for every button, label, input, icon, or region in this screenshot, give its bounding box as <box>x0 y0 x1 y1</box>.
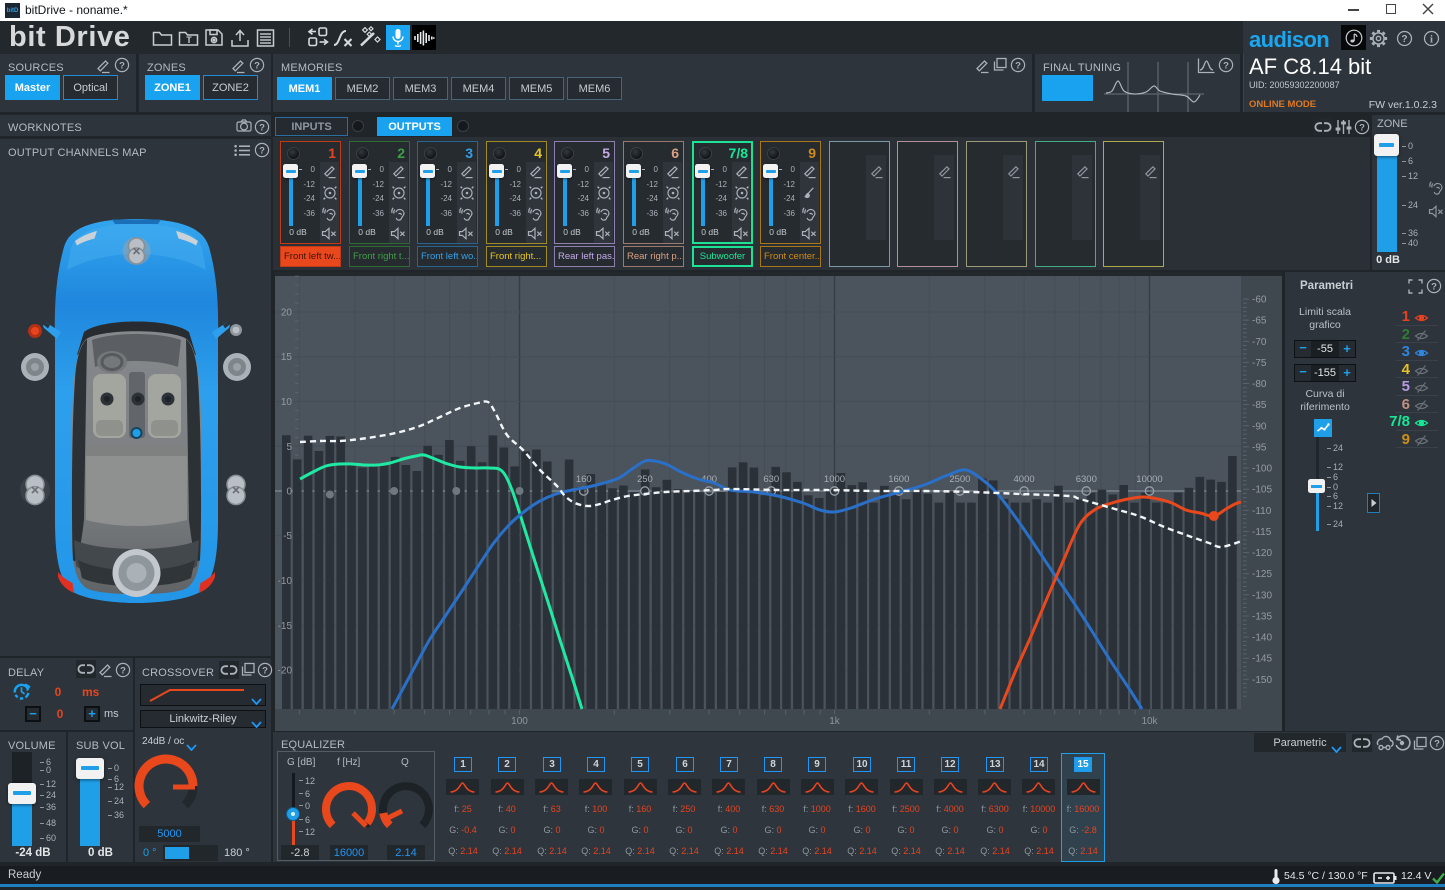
svg-text:-15: -15 <box>278 621 293 632</box>
svg-text:-70: -70 <box>1252 337 1267 348</box>
svg-text:?: ? <box>120 665 126 676</box>
svg-text:?: ? <box>1401 34 1407 45</box>
svg-text:2500: 2500 <box>949 474 970 485</box>
svg-text:-80: -80 <box>1252 379 1267 390</box>
svg-text:6300: 6300 <box>1076 474 1097 485</box>
svg-text:1000: 1000 <box>824 474 845 485</box>
svg-text:10: 10 <box>281 397 293 408</box>
svg-text:-140: -140 <box>1252 633 1272 644</box>
svg-text:-5: -5 <box>283 531 292 542</box>
svg-text:10000: 10000 <box>1136 474 1162 485</box>
svg-text:?: ? <box>1431 281 1437 292</box>
svg-text:-75: -75 <box>1252 358 1267 369</box>
svg-text:-65: -65 <box>1252 316 1267 327</box>
svg-text:10k: 10k <box>1141 716 1158 727</box>
svg-text:?: ? <box>254 60 260 71</box>
svg-text:-130: -130 <box>1252 590 1272 601</box>
svg-text:20: 20 <box>281 308 293 319</box>
svg-text:-60: -60 <box>1252 295 1267 306</box>
svg-text:-110: -110 <box>1252 506 1272 517</box>
svg-text:?: ? <box>119 60 125 71</box>
svg-text:-100: -100 <box>1252 464 1272 475</box>
svg-text:?: ? <box>1223 60 1229 71</box>
svg-text:?: ? <box>262 665 268 676</box>
svg-text:630: 630 <box>763 474 779 485</box>
svg-text:-105: -105 <box>1252 485 1272 496</box>
svg-text:-20: -20 <box>278 666 293 677</box>
svg-text:4000: 4000 <box>1014 474 1035 485</box>
svg-text:1k: 1k <box>829 716 841 727</box>
svg-text:-120: -120 <box>1252 548 1272 559</box>
svg-text:?: ? <box>259 145 265 156</box>
svg-text:?: ? <box>1434 738 1440 749</box>
svg-text:100: 100 <box>511 716 528 727</box>
svg-text:-125: -125 <box>1252 569 1272 580</box>
svg-text:i: i <box>1430 34 1433 45</box>
svg-text:0: 0 <box>286 487 292 498</box>
svg-text:-90: -90 <box>1252 421 1267 432</box>
svg-text:-10: -10 <box>278 576 293 587</box>
svg-text:250: 250 <box>637 474 653 485</box>
svg-text:-85: -85 <box>1252 400 1267 411</box>
svg-text:?: ? <box>1015 60 1021 71</box>
svg-text:-145: -145 <box>1252 654 1272 665</box>
svg-text:5: 5 <box>286 442 292 453</box>
svg-text:-150: -150 <box>1252 675 1272 686</box>
svg-text:160: 160 <box>576 474 592 485</box>
svg-text:T: T <box>186 35 192 45</box>
svg-text:-115: -115 <box>1252 527 1272 538</box>
svg-text:1600: 1600 <box>888 474 909 485</box>
svg-text:-135: -135 <box>1252 612 1272 623</box>
svg-text:15: 15 <box>281 352 293 363</box>
svg-text:-95: -95 <box>1252 442 1267 453</box>
svg-text:?: ? <box>259 122 265 133</box>
svg-text:?: ? <box>1359 122 1365 133</box>
